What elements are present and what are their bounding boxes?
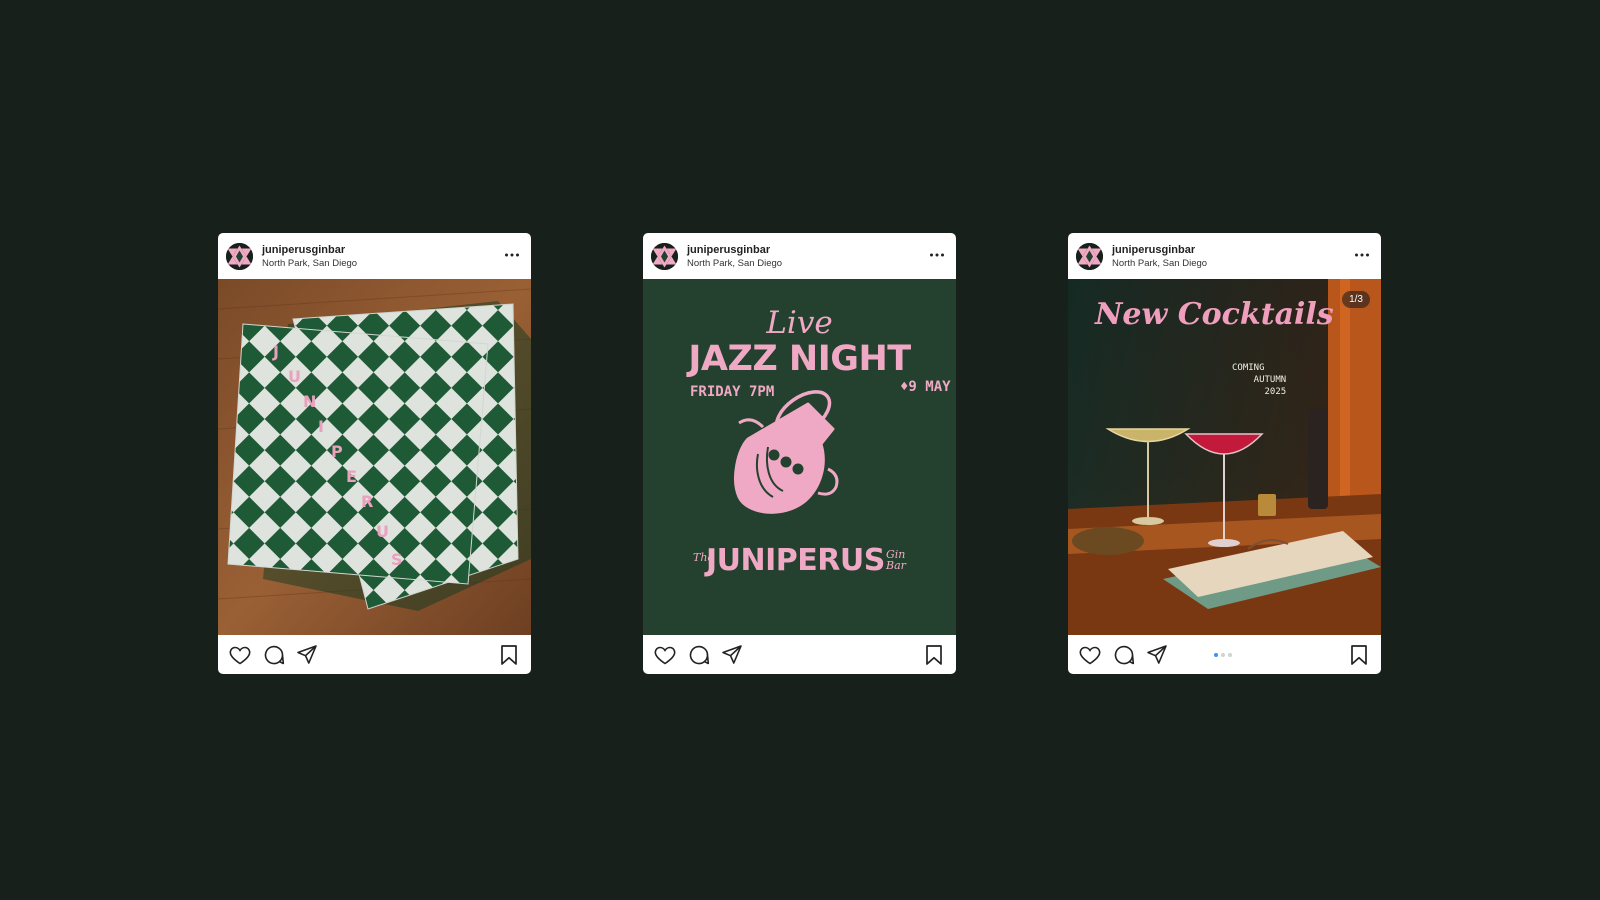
more-options-icon[interactable] [503, 246, 521, 264]
post-actions [218, 635, 531, 674]
post-header: juniperusginbar North Park, San Diego [218, 233, 531, 279]
location[interactable]: North Park, San Diego [1112, 258, 1207, 269]
napkins-photo: JUN IPE RUS [218, 279, 531, 635]
more-options-icon[interactable] [1353, 246, 1371, 264]
carousel-dots[interactable] [1214, 653, 1232, 657]
comment-icon[interactable] [687, 643, 711, 667]
heart-icon[interactable] [653, 643, 677, 667]
svg-text:N: N [303, 392, 316, 411]
bookmark-icon[interactable] [497, 643, 521, 667]
svg-text:R: R [361, 492, 373, 511]
svg-text:U: U [288, 367, 301, 386]
avatar[interactable] [651, 243, 678, 270]
carousel-counter: 1/3 [1342, 291, 1370, 308]
post-header: juniperusginbar North Park, San Diego [1068, 233, 1381, 279]
bookmark-icon[interactable] [922, 643, 946, 667]
post-card-jazz-night: juniperusginbar North Park, San Diego Li… [643, 233, 956, 674]
poster-live-text: Live [766, 305, 833, 341]
svg-text:P: P [331, 442, 343, 461]
cocktail-photo [1068, 279, 1381, 635]
svg-text:U: U [376, 522, 389, 541]
post-image[interactable]: New Cocktails COMING AUTUMN 2025 1/3 [1068, 279, 1381, 635]
username[interactable]: juniperusginbar [262, 244, 345, 256]
post-card-napkins: juniperusginbar North Park, San Diego J … [218, 233, 531, 674]
comment-icon[interactable] [1112, 643, 1136, 667]
heart-icon[interactable] [1078, 643, 1102, 667]
poster-title: JAZZ NIGHT [688, 339, 911, 379]
poster-day-time: FRIDAY 7PM [690, 384, 775, 400]
location[interactable]: North Park, San Diego [262, 258, 357, 269]
poster-date: ♦9 MAY 2025 [900, 379, 951, 395]
svg-text:J: J [272, 342, 279, 361]
post-actions [1068, 635, 1381, 674]
post-card-new-cocktails: juniperusginbar North Park, San Diego Ne… [1068, 233, 1381, 674]
carousel-dot-2[interactable] [1221, 653, 1225, 657]
svg-text:I: I [318, 417, 324, 436]
carousel-dot-1[interactable] [1214, 653, 1218, 657]
post-actions [643, 635, 956, 674]
more-options-icon[interactable] [928, 246, 946, 264]
comment-icon[interactable] [262, 643, 286, 667]
avatar[interactable] [1076, 243, 1103, 270]
username[interactable]: juniperusginbar [687, 244, 770, 256]
coming-autumn-text: COMING AUTUMN 2025 [1232, 363, 1287, 397]
location[interactable]: North Park, San Diego [687, 258, 782, 269]
share-icon[interactable] [295, 643, 319, 667]
poster-brand: JUNIPERUS [706, 543, 885, 578]
poster-gin-bar: Gin Bar [886, 548, 906, 572]
heart-icon[interactable] [228, 643, 252, 667]
post-image[interactable]: Live JAZZ NIGHT FRIDAY 7PM ♦9 MAY 2025 T… [643, 279, 956, 635]
username[interactable]: juniperusginbar [1112, 244, 1195, 256]
bookmark-icon[interactable] [1347, 643, 1371, 667]
post-image[interactable]: JUN IPE RUS [218, 279, 531, 635]
cocktail-title: New Cocktails [1095, 297, 1334, 332]
svg-text:S: S [391, 550, 403, 569]
post-header: juniperusginbar North Park, San Diego [643, 233, 956, 279]
share-icon[interactable] [1145, 643, 1169, 667]
carousel-dot-3[interactable] [1228, 653, 1232, 657]
share-icon[interactable] [720, 643, 744, 667]
svg-text:E: E [346, 467, 357, 486]
avatar[interactable] [226, 243, 253, 270]
